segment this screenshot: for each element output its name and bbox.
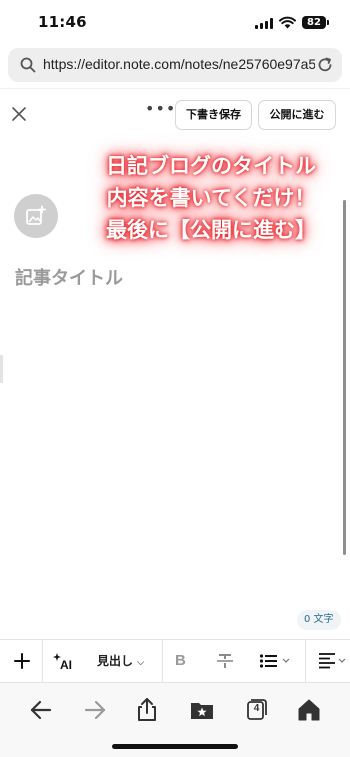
svg-text:AI: AI — [60, 658, 72, 672]
reload-icon[interactable] — [316, 56, 334, 74]
save-draft-button[interactable]: 下書き保存 — [175, 100, 252, 130]
overlay-caption: 日記ブログのタイトル 内容を書いてくだけ！ 最後に【公開に進む】 — [80, 150, 342, 246]
align-dropdown[interactable] — [318, 640, 346, 682]
divider — [0, 88, 350, 89]
add-header-image-button[interactable] — [14, 194, 58, 238]
tab-count: 4 — [253, 703, 260, 714]
ai-sparkle-icon: AI — [53, 653, 72, 672]
cellular-signal-icon — [255, 18, 273, 29]
home-icon[interactable] — [296, 697, 322, 723]
ai-assist-button[interactable]: AI — [52, 640, 78, 682]
battery-icon: 82 — [302, 16, 326, 29]
article-title-input[interactable]: 記事タイトル — [15, 264, 123, 290]
tabs-button[interactable]: 4 — [243, 697, 269, 723]
caption-line: 最後に【公開に進む】 — [106, 218, 316, 242]
status-time: 11:46 — [38, 13, 87, 31]
toolbar-separator — [42, 640, 43, 682]
forward-arrow-icon[interactable] — [82, 697, 108, 723]
search-icon — [20, 57, 36, 73]
image-add-icon — [26, 205, 46, 225]
close-icon[interactable] — [8, 103, 30, 125]
toolbar-separator — [162, 640, 163, 682]
back-arrow-icon[interactable] — [28, 697, 54, 723]
bold-button[interactable]: B — [175, 640, 191, 682]
align-left-icon — [319, 653, 346, 669]
strikethrough-icon — [217, 654, 233, 668]
url-text[interactable]: https://editor.note.com/notes/ne25760e97… — [43, 56, 315, 72]
home-indicator[interactable] — [112, 744, 238, 749]
bookmarks-icon[interactable] — [189, 697, 215, 723]
battery-tip — [327, 20, 329, 25]
heading-label: 見出し — [97, 654, 134, 668]
share-icon[interactable] — [134, 697, 160, 723]
toolbar-separator — [305, 640, 306, 682]
left-edge-handle — [0, 355, 3, 383]
bulleted-list-icon — [259, 654, 290, 668]
strikethrough-button[interactable] — [215, 640, 235, 682]
status-bar: 11:46 82 — [0, 0, 350, 44]
character-count-badge: 0 文字 — [297, 610, 341, 630]
address-bar[interactable]: https://editor.note.com/notes/ne25760e97… — [8, 48, 342, 82]
caption-line: 日記ブログのタイトル — [106, 154, 316, 178]
plus-icon — [14, 653, 30, 669]
wifi-icon — [279, 16, 296, 29]
more-options-button[interactable]: ••• — [145, 101, 175, 121]
chevron-down-icon: ⌵ — [137, 658, 145, 668]
list-dropdown[interactable] — [259, 640, 293, 682]
proceed-to-publish-button[interactable]: 公開に進む — [258, 100, 336, 130]
caption-line: 内容を書いてくだけ！ — [106, 186, 316, 210]
scrollbar[interactable] — [343, 200, 346, 555]
heading-dropdown[interactable]: 見出し ⌵ — [97, 640, 152, 682]
format-toolbar: AI 見出し ⌵ B — [0, 639, 350, 683]
add-block-button[interactable] — [10, 640, 34, 682]
